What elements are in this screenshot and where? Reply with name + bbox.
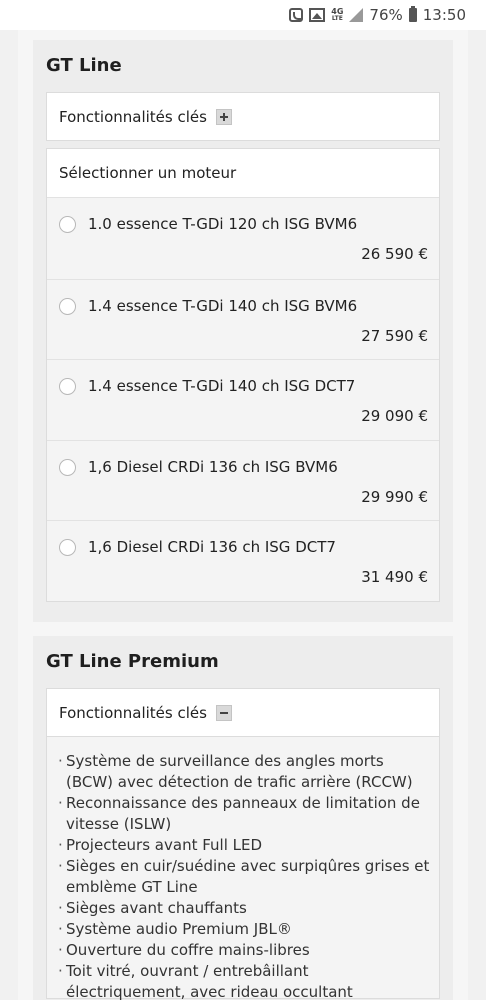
engine-list: 1.0 essence T-GDi 120 ch ISG BVM6 26 590 … <box>47 198 439 601</box>
key-features-label: Fonctionnalités clés <box>59 107 207 126</box>
collapse-minus-icon[interactable] <box>215 704 232 721</box>
trim-card-gt-line: GT Line Fonctionnalités clés Sélectionne… <box>33 40 453 622</box>
clock: 13:50 <box>422 6 466 24</box>
radio-button[interactable] <box>59 297 76 315</box>
engine-price: 31 490 € <box>361 568 428 586</box>
feature-item: Système audio Premium JBL® <box>58 919 431 940</box>
status-bar: 4G LTE 76% 13:50 <box>0 0 486 30</box>
key-features-toggle[interactable]: Fonctionnalités clés <box>46 688 440 737</box>
feature-list: Système de surveillance des angles morts… <box>58 751 431 1000</box>
engine-option[interactable]: 1,6 Diesel CRDi 136 ch ISG DCT7 31 490 € <box>47 520 439 601</box>
engine-option[interactable]: 1.4 essence T-GDi 140 ch ISG BVM6 27 590 … <box>47 278 439 359</box>
engine-price: 27 590 € <box>361 326 428 345</box>
feature-item: Projecteurs avant Full LED <box>58 835 431 856</box>
feature-item: Sièges en cuir/suédine avec surpiqûres g… <box>58 856 431 898</box>
signal-icon <box>349 8 364 22</box>
network-type: 4G LTE <box>331 7 344 22</box>
trim-card-gt-line-premium: GT Line Premium Fonctionnalités clés Sys… <box>33 636 453 1000</box>
engine-price: 29 990 € <box>361 487 428 506</box>
feature-item: Toit vitré, ouvrant / entrebâillant élec… <box>58 961 431 1000</box>
feature-item: Reconnaissance des panneaux de limitatio… <box>58 793 431 835</box>
page-content: GT Line Fonctionnalités clés Sélectionne… <box>18 30 468 1000</box>
engine-name: 1.4 essence T-GDi 140 ch ISG DCT7 <box>88 377 356 395</box>
radio-button[interactable] <box>59 216 76 233</box>
radio-button[interactable] <box>59 458 76 476</box>
trim-title: GT Line Premium <box>46 651 219 672</box>
feature-item: Système de surveillance des angles morts… <box>58 751 431 793</box>
engine-price: 29 090 € <box>361 407 428 425</box>
engine-name: 1,6 Diesel CRDi 136 ch ISG DCT7 <box>88 538 336 556</box>
radio-button[interactable] <box>59 539 76 556</box>
key-features-toggle[interactable]: Fonctionnalités clés <box>46 92 440 141</box>
battery-percent: 76% <box>369 6 403 24</box>
key-features-list: Système de surveillance des angles morts… <box>46 737 440 1000</box>
battery-icon <box>408 6 417 22</box>
engine-option[interactable]: 1.4 essence T-GDi 140 ch ISG DCT7 29 090 … <box>47 359 439 440</box>
radio-button[interactable] <box>59 378 76 395</box>
engine-selector: Sélectionner un moteur 1.0 essence T-GDi… <box>46 148 440 602</box>
feature-item: Ouverture du coffre mains-libres <box>58 940 431 961</box>
expand-plus-icon[interactable] <box>215 108 232 125</box>
feature-item: Sièges avant chauffants <box>58 898 431 919</box>
engine-selector-header: Sélectionner un moteur <box>47 149 439 198</box>
image-icon <box>309 8 326 22</box>
engine-name: 1.0 essence T-GDi 120 ch ISG BVM6 <box>88 215 358 233</box>
trim-title: GT Line <box>46 55 122 76</box>
engine-name: 1,6 Diesel CRDi 136 ch ISG BVM6 <box>88 457 338 476</box>
engine-option[interactable]: 1.0 essence T-GDi 120 ch ISG BVM6 26 590 … <box>47 198 439 279</box>
key-features-label: Fonctionnalités clés <box>59 703 207 722</box>
call-icon <box>289 8 304 22</box>
engine-name: 1.4 essence T-GDi 140 ch ISG BVM6 <box>88 296 358 315</box>
engine-price: 26 590 € <box>361 245 428 263</box>
engine-option[interactable]: 1,6 Diesel CRDi 136 ch ISG BVM6 29 990 € <box>47 439 439 520</box>
